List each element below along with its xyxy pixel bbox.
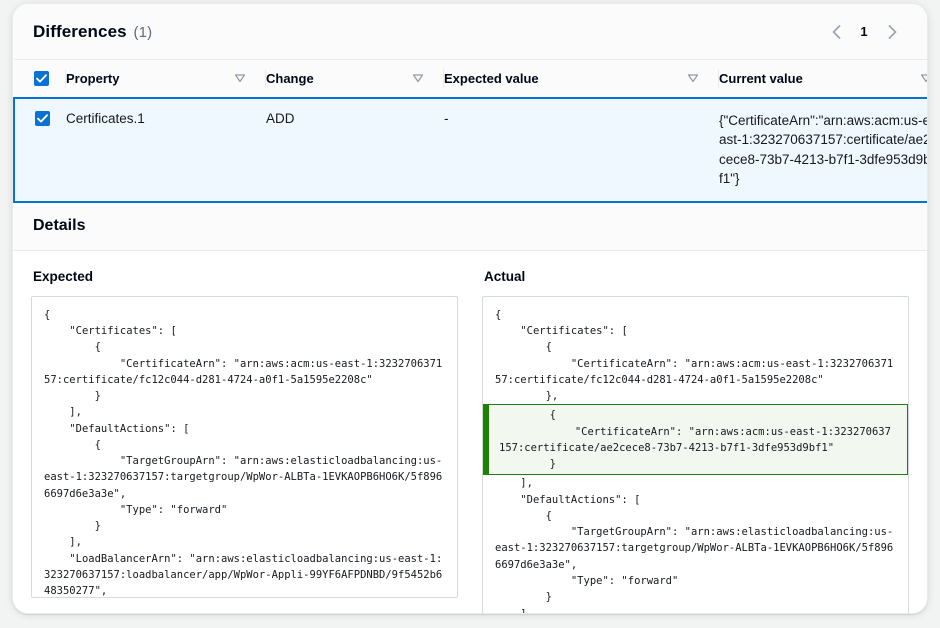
expected-pane: Expected { "Certificates": [ { "Certific… (31, 268, 470, 613)
select-all-checkbox[interactable] (34, 70, 49, 86)
pagination[interactable]: 1 (823, 19, 911, 45)
column-header-expected-value-label: Expected value (444, 70, 539, 86)
cell-property: Certificates.1 (66, 96, 266, 203)
row-checkbox[interactable] (35, 110, 50, 126)
pagination-current-page[interactable]: 1 (853, 19, 875, 45)
sort-descending-icon[interactable] (687, 72, 699, 84)
table-header-row: Property Change Expected value Current v… (14, 59, 927, 98)
card-header: Differences (1) 1 (13, 4, 927, 59)
page-title-text: Differences (33, 21, 127, 41)
expected-code-box: { "Certificates": [ { "CertificateArn": … (31, 295, 458, 598)
cell-current-value: {"CertificateArn":"arn:aws:acm:us-east-1… (719, 96, 927, 203)
differences-card: Differences (1) 1 Property Change Expect… (12, 3, 928, 614)
differences-table: Property Change Expected value Current v… (13, 59, 927, 203)
sort-descending-icon[interactable] (920, 72, 927, 84)
details-header: Details (13, 202, 927, 251)
table-row[interactable]: Certificates.1 ADD - {"CertificateArn":"… (13, 96, 927, 203)
actual-code-after: ], "DefaultActions": [ { "TargetGroupArn… (495, 477, 894, 614)
actual-code-highlight: { "CertificateArn": "arn:aws:acm:us-east… (499, 409, 891, 471)
expected-code: { "Certificates": [ { "CertificateArn": … (44, 308, 443, 598)
row-select-cell (13, 96, 66, 203)
cell-change: ADD (266, 96, 444, 203)
chevron-right-icon[interactable] (879, 19, 905, 45)
sort-descending-icon[interactable] (234, 72, 246, 84)
page-root: Differences (1) 1 Property Change Expect… (0, 0, 940, 628)
column-header-property-label: Property (66, 70, 120, 86)
table-head: Property Change Expected value Current v… (14, 59, 927, 98)
actual-code-added-highlight: { "CertificateArn": "arn:aws:acm:us-east… (483, 404, 908, 476)
details-panes: Expected { "Certificates": [ { "Certific… (13, 250, 927, 614)
table-body: Certificates.1 ADD - {"CertificateArn":"… (13, 96, 927, 203)
details-title: Details (33, 216, 86, 234)
cell-expected-value: - (444, 96, 719, 203)
column-header-current-value[interactable]: Current value (719, 59, 927, 98)
sort-descending-icon[interactable] (412, 72, 424, 84)
actual-code-before: { "Certificates": [ { "CertificateArn": … (495, 308, 894, 403)
chevron-left-icon[interactable] (823, 19, 849, 45)
column-header-change-label: Change (266, 70, 314, 86)
select-all-header (14, 59, 66, 98)
differences-count: (1) (133, 23, 153, 41)
column-header-current-value-label: Current value (719, 70, 803, 86)
column-header-expected-value[interactable]: Expected value (444, 59, 719, 98)
page-title: Differences (1) (33, 22, 152, 42)
column-header-property[interactable]: Property (66, 59, 266, 98)
actual-pane: Actual { "Certificates": [ { "Certificat… (470, 268, 909, 614)
actual-pane-label: Actual (484, 268, 526, 284)
expected-pane-label: Expected (33, 268, 94, 284)
actual-code-box: { "Certificates": [ { "CertificateArn": … (482, 295, 909, 614)
column-header-change[interactable]: Change (266, 59, 444, 98)
